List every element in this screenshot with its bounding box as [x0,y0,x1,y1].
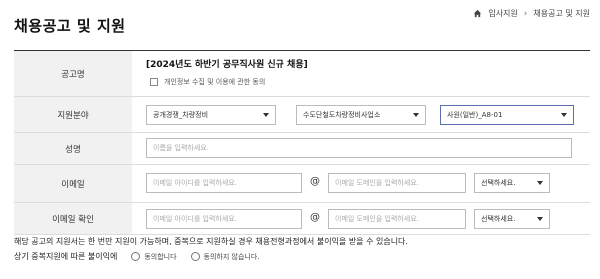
email-domain-select-value: 선택하세요. [481,179,516,187]
chevron-down-icon [537,181,543,185]
field-select-3-value: 사원(일반)_A8-01 [447,111,503,119]
email-confirm-label: 이메일 확인 [14,203,132,234]
row-field: 지원분야 공개경쟁_차량정비 수도단철도차량정비사업소 사원(일반)_A8-01 [14,97,590,133]
agree-no-radio[interactable] [190,252,200,261]
consent-checkbox[interactable] [150,78,158,86]
breadcrumb-item-apply[interactable]: 입사지원 [488,8,517,19]
name-label: 성명 [14,133,132,164]
name-input[interactable]: 이름을 입력하세요. [146,138,572,158]
field-select-2-value: 수도단철도차량정비사업소 [303,111,381,119]
agree-yes-radio[interactable] [131,252,141,261]
chevron-down-icon [561,113,567,117]
consent-checkbox-row[interactable]: 개인정보 수집 및 이용에 관한 동의 [150,77,265,87]
agree-yes-option[interactable]: 동의합니다 [131,252,177,262]
row-email-confirm: 이메일 확인 이메일 아이디를 입력하세요. @ 이메일 도메인을 입력하세요.… [14,203,590,235]
name-placeholder: 이름을 입력하세요. [153,144,209,152]
page-title: 채용공고 및 지원 [14,17,126,35]
agree-label: 상기 중복지원에 따른 불이익에 [14,252,118,261]
posting-label: 공고명 [14,51,132,96]
field-select-2[interactable]: 수도단철도차량정비사업소 [296,105,426,125]
field-select-1[interactable]: 공개경쟁_차량정비 [146,105,276,125]
at-sign: @ [310,176,320,187]
posting-title: [2024년도 하반기 공무직사원 신규 채용] [146,60,308,70]
breadcrumb-separator: › [523,8,528,19]
email-confirm-domain-select[interactable]: 선택하세요. [474,209,550,229]
row-name: 성명 이름을 입력하세요. [14,133,590,165]
email-confirm-domain-placeholder: 이메일 도메인을 입력하세요. [335,215,419,223]
email-label: 이메일 [14,165,132,202]
chevron-down-icon [263,113,269,117]
field-select-1-value: 공개경쟁_차량정비 [153,111,209,119]
agree-row: 상기 중복지원에 따른 불이익에 동의합니다 동의하지 않습니다. [14,251,260,262]
application-form: 공고명 [2024년도 하반기 공무직사원 신규 채용] 개인정보 수집 및 이… [14,50,590,235]
duplicate-notice: 해당 공고의 지원서는 한 번만 지원이 가능하며, 중복으로 지원하실 경우 … [14,237,408,246]
email-confirm-domain-input[interactable]: 이메일 도메인을 입력하세요. [328,209,466,229]
email-confirm-id-placeholder: 이메일 아이디를 입력하세요. [153,215,237,223]
at-sign: @ [310,212,320,223]
breadcrumb: 입사지원 › 채용공고 및 지원 [473,8,590,19]
agree-no-label[interactable]: 동의하지 않습니다. [204,252,260,262]
email-id-input[interactable]: 이메일 아이디를 입력하세요. [146,173,302,193]
field-label: 지원분야 [14,97,132,132]
chevron-down-icon [537,217,543,221]
row-posting: 공고명 [2024년도 하반기 공무직사원 신규 채용] 개인정보 수집 및 이… [14,51,590,97]
agree-yes-label[interactable]: 동의합니다 [144,252,176,262]
email-confirm-domain-select-value: 선택하세요. [481,215,516,223]
consent-label: 개인정보 수집 및 이용에 관한 동의 [164,78,266,86]
chevron-down-icon [413,113,419,117]
row-email: 이메일 이메일 아이디를 입력하세요. @ 이메일 도메인을 입력하세요. 선택… [14,165,590,203]
email-domain-input[interactable]: 이메일 도메인을 입력하세요. [328,173,466,193]
email-id-placeholder: 이메일 아이디를 입력하세요. [153,179,237,187]
field-select-3[interactable]: 사원(일반)_A8-01 [440,105,574,125]
breadcrumb-item-current: 채용공고 및 지원 [533,9,590,18]
email-confirm-id-input[interactable]: 이메일 아이디를 입력하세요. [146,209,302,229]
email-domain-placeholder: 이메일 도메인을 입력하세요. [335,179,419,187]
home-icon[interactable] [473,9,482,18]
email-domain-select[interactable]: 선택하세요. [474,173,550,193]
agree-no-option[interactable]: 동의하지 않습니다. [190,252,260,262]
